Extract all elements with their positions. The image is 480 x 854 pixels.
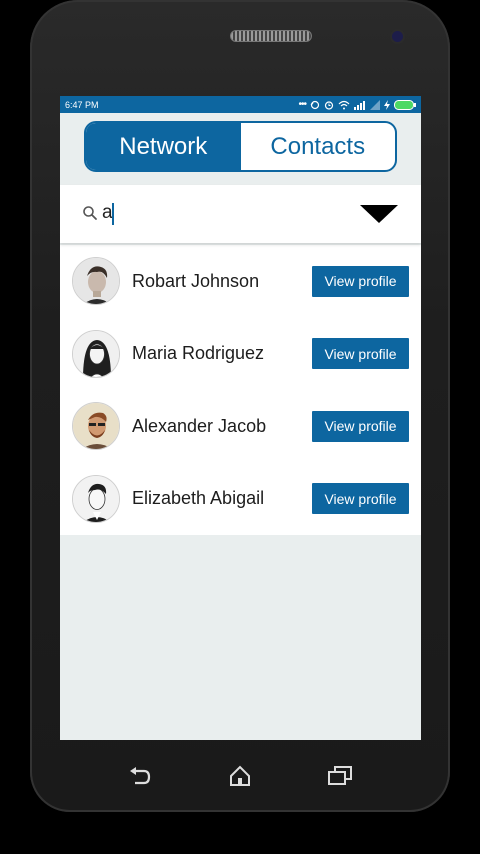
sync-icon <box>310 100 320 109</box>
tab-network[interactable]: Network <box>86 123 241 170</box>
status-icons: ••• <box>298 99 416 110</box>
search-bar[interactable]: a <box>60 185 421 243</box>
wifi-icon <box>338 100 350 109</box>
app-screen: 6:47 PM ••• Network Contacts a Robart Jo… <box>60 96 421 740</box>
list-item: Robart Johnson View profile <box>60 245 421 318</box>
list-item: Elizabeth Abigail View profile <box>60 463 421 536</box>
view-profile-button[interactable]: View profile <box>312 265 409 297</box>
system-nav-bar <box>30 748 450 804</box>
avatar <box>72 474 120 523</box>
view-profile-button[interactable]: View profile <box>312 483 409 515</box>
charging-icon <box>384 99 390 110</box>
signal-2-icon <box>370 99 380 110</box>
signal-icon <box>354 100 365 110</box>
avatar <box>72 329 120 378</box>
people-list: Robart Johnson View profile Maria Rodrig… <box>60 245 421 535</box>
status-time: 6:47 PM <box>65 99 99 110</box>
front-camera <box>392 31 403 42</box>
recent-apps-button[interactable] <box>320 756 360 796</box>
more-notifications-icon: ••• <box>298 99 306 110</box>
person-name: Robart Johnson <box>132 270 260 291</box>
view-profile-button[interactable]: View profile <box>312 338 409 370</box>
tab-area: Network Contacts <box>60 113 421 185</box>
avatar <box>72 257 120 306</box>
segmented-control: Network Contacts <box>84 121 397 172</box>
alarm-icon <box>324 100 334 110</box>
person-name: Alexander Jacob <box>132 415 267 436</box>
list-item: Maria Rodriguez View profile <box>60 318 421 391</box>
home-button[interactable] <box>220 756 260 796</box>
avatar <box>72 402 120 451</box>
view-profile-button[interactable]: View profile <box>312 410 409 442</box>
recent-apps-icon <box>328 766 352 785</box>
person-name: Maria Rodriguez <box>132 343 265 364</box>
text-cursor <box>112 203 114 225</box>
back-button[interactable] <box>120 756 160 796</box>
battery-icon <box>394 99 416 110</box>
person-name: Elizabeth Abigail <box>132 488 265 509</box>
dropdown-icon[interactable] <box>360 205 398 223</box>
earpiece-speaker <box>230 30 312 42</box>
search-icon <box>83 206 97 220</box>
search-input[interactable]: a <box>102 202 113 224</box>
tab-contacts[interactable]: Contacts <box>241 123 396 170</box>
back-icon <box>130 767 151 785</box>
status-bar: 6:47 PM ••• <box>60 96 421 113</box>
list-item: Alexander Jacob View profile <box>60 390 421 463</box>
home-icon <box>230 765 250 786</box>
